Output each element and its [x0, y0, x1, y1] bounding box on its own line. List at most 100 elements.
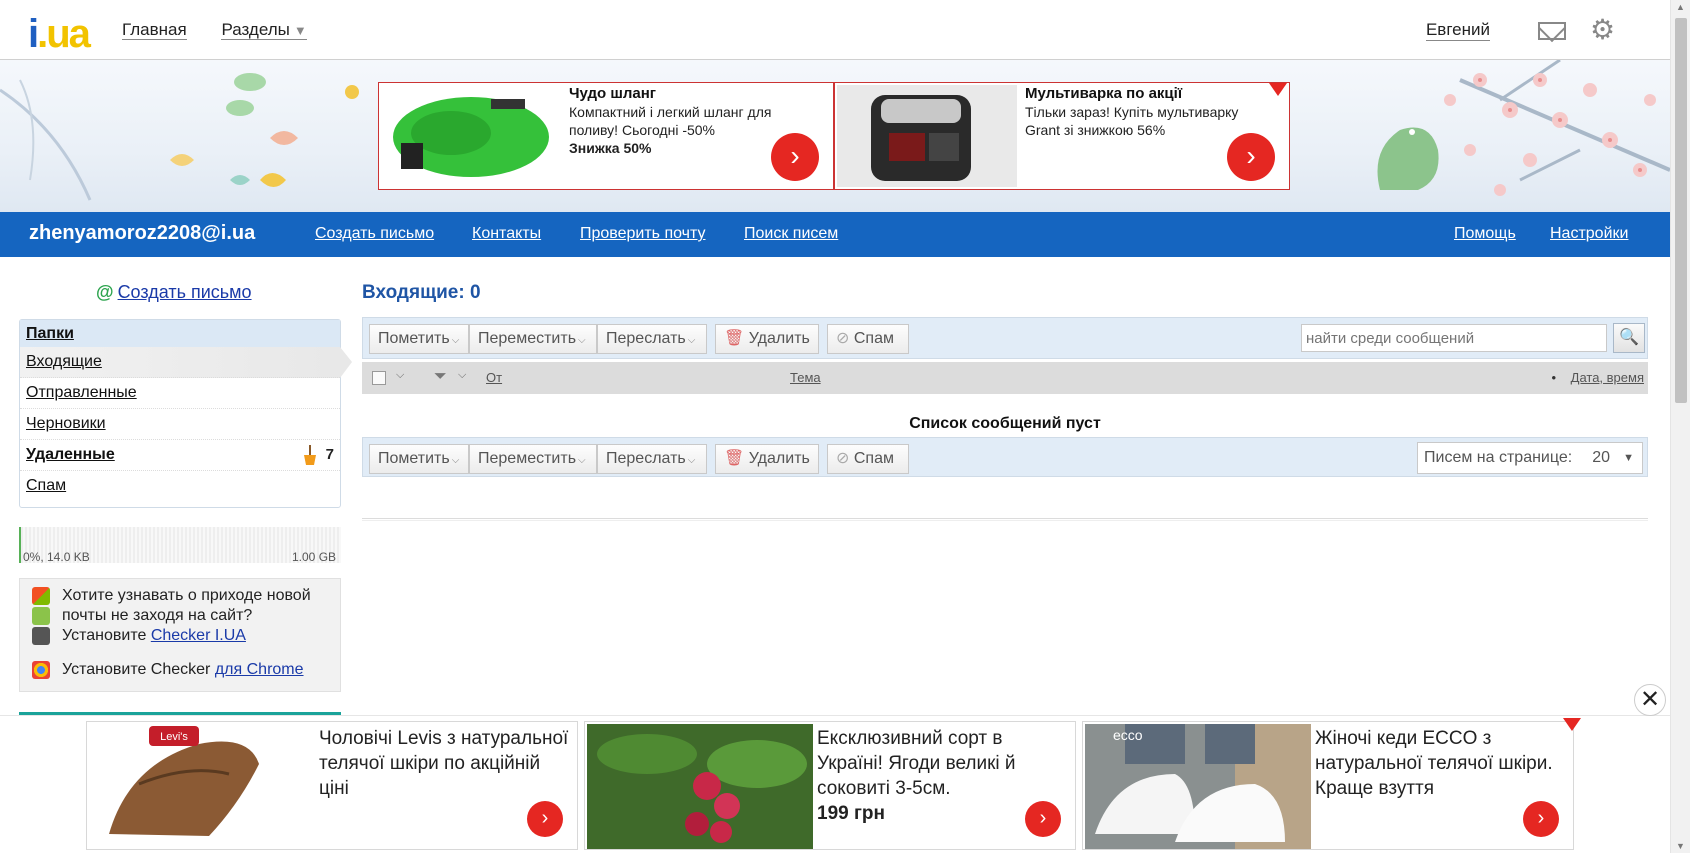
nav-settings[interactable]: Настройки — [1550, 225, 1628, 243]
folder-label[interactable]: Отправленные — [26, 384, 137, 401]
sidebar-item-deleted[interactable]: Удаленные 7 — [20, 440, 340, 471]
folder-label[interactable]: Удаленные — [26, 446, 115, 463]
sort-dot-icon: • — [1551, 370, 1556, 385]
ad-title: Мультиварка по акції — [1025, 85, 1183, 102]
nav-sections-link[interactable]: Разделы ▼ — [221, 20, 307, 40]
move-label: Переместить — [478, 450, 577, 467]
account-email: zhenyamoroz2208@i.ua — [29, 222, 256, 244]
mark-button[interactable]: Пометить ⌵ — [369, 444, 469, 474]
banner-ad-hose[interactable]: Чудо шланг Компактний і легкий шланг для… — [378, 82, 834, 190]
column-from[interactable]: От — [486, 370, 502, 385]
broom-icon[interactable] — [302, 445, 318, 465]
gear-icon[interactable]: ⚙ — [1590, 16, 1618, 44]
nav-create-letter[interactable]: Создать письмо — [315, 225, 434, 243]
sidebar-item-sent[interactable]: Отправленные — [20, 378, 340, 409]
bottom-ad-shoes[interactable]: Levi's Чоловічі Levis з натуральної теля… — [86, 721, 578, 850]
forward-button[interactable]: Переслать ⌵ — [597, 444, 707, 474]
page-title: Входящие: 0 — [362, 282, 481, 303]
search-icon[interactable]: 🔍 — [1613, 323, 1645, 353]
ad-body: Чоловічі Levis з натуральної телячої шкі… — [319, 728, 569, 799]
scrollbar-thumb[interactable] — [1675, 18, 1687, 403]
sneakers-image: ecco — [1085, 724, 1311, 849]
spam-button[interactable]: ⊘ Спам — [827, 324, 909, 354]
empty-list-message: Список сообщений пуст — [909, 415, 1101, 432]
arrow-right-icon[interactable]: › — [527, 801, 563, 837]
folder-label[interactable]: Черновики — [26, 415, 106, 432]
scroll-down-icon[interactable]: ▼ — [1676, 841, 1685, 851]
checker-chrome-label: Установите Checker — [62, 661, 215, 678]
mail-nav-bar: zhenyamoroz2208@i.ua Создать письмо Конт… — [0, 212, 1670, 257]
move-button[interactable]: Переместить ⌵ — [469, 324, 597, 354]
nav-search-letters[interactable]: Поиск писем — [744, 225, 838, 243]
scroll-up-icon[interactable]: ▲ — [1676, 2, 1685, 12]
chrome-icon — [32, 661, 50, 679]
vertical-scrollbar[interactable]: ▲ ▼ — [1670, 0, 1690, 853]
delete-label: Удалить — [748, 330, 810, 347]
message-list-header: ⌵ ⏷ ⌵ От Тема • Дата, время — [362, 362, 1648, 394]
sidebar-create-letter-link[interactable]: Создать письмо — [118, 282, 252, 302]
iua-logo[interactable]: i.ua — [24, 8, 94, 56]
delete-button[interactable]: 🗑 Удалить — [715, 324, 819, 354]
ad-body: Тільки зараз! Купіть мультиварку Grant з… — [1025, 104, 1239, 138]
apple-icon — [32, 627, 50, 645]
quota-total: 1.00 GB — [292, 550, 337, 564]
bottom-ad-strip: Levi's Чоловічі Levis з натуральної теля… — [0, 715, 1670, 853]
spam-button[interactable]: ⊘ Спам — [827, 444, 909, 474]
trash-icon: 🗑 — [724, 450, 745, 467]
checker-text: Хотите узнавать о приходе новой почты не… — [62, 587, 311, 624]
ad-marker-icon[interactable] — [1563, 718, 1581, 731]
ad-text: Чоловічі Levis з натуральної телячої шкі… — [319, 726, 569, 801]
select-all-checkbox[interactable] — [372, 371, 386, 385]
forward-button[interactable]: Переслать ⌵ — [597, 324, 707, 354]
chevron-down-icon: ⌵ — [687, 335, 696, 346]
delete-label: Удалить — [748, 450, 810, 467]
folder-label[interactable]: Входящие — [26, 353, 102, 370]
chevron-down-icon: ⌵ — [687, 455, 696, 466]
nav-home-link[interactable]: Главная — [122, 20, 187, 40]
ad-body: Жіночі кеди ECCO з натуральної телячої ш… — [1315, 728, 1553, 799]
search-input[interactable] — [1301, 324, 1607, 352]
delete-button[interactable]: 🗑 Удалить — [715, 444, 819, 474]
per-page-select[interactable]: Писем на странице: 20 ▼ — [1417, 442, 1643, 474]
column-subject[interactable]: Тема — [790, 370, 821, 385]
chevron-down-icon[interactable]: ⌵ — [458, 369, 466, 382]
sidebar-item-drafts[interactable]: Черновики — [20, 409, 340, 440]
mark-label: Пометить — [378, 450, 450, 467]
chevron-down-icon[interactable]: ⌵ — [396, 369, 404, 382]
move-button[interactable]: Переместить ⌵ — [469, 444, 597, 474]
move-label: Переместить — [478, 330, 577, 347]
folder-label[interactable]: Спам — [26, 477, 66, 494]
filter-icon[interactable]: ⏷ — [434, 368, 447, 386]
android-icon — [32, 607, 50, 625]
nav-check-mail[interactable]: Проверить почту — [580, 225, 706, 243]
sidebar-item-inbox[interactable]: Входящие — [20, 347, 352, 378]
ad-body: Ексклюзивний сорт в Україні! Ягоди велик… — [817, 728, 1016, 799]
close-icon[interactable]: ✕ — [1634, 684, 1666, 716]
mark-button[interactable]: Пометить ⌵ — [369, 324, 469, 354]
nav-contacts[interactable]: Контакты — [472, 225, 541, 243]
folders-header-link[interactable]: Папки — [26, 325, 74, 342]
checker-link[interactable]: Checker I.UA — [151, 627, 246, 644]
arrow-right-icon[interactable]: › — [1227, 133, 1275, 181]
sidebar-item-spam[interactable]: Спам — [20, 471, 340, 502]
bottom-ad-berries[interactable]: Ексклюзивний сорт в Україні! Ягоди велик… — [584, 721, 1076, 850]
checker-chrome-link[interactable]: для Chrome — [215, 661, 304, 678]
nav-help[interactable]: Помощь — [1454, 225, 1516, 243]
quota-used: 0%, 14.0 KB — [23, 550, 90, 564]
at-sign-icon: @ — [96, 282, 114, 302]
windows-icon — [32, 587, 50, 605]
forward-label: Переслать — [606, 450, 686, 467]
chevron-down-icon: ⌵ — [451, 455, 460, 466]
header-banner: Чудо шланг Компактний і легкий шланг для… — [0, 60, 1670, 212]
user-name-link[interactable]: Евгений — [1425, 20, 1490, 41]
arrow-right-icon[interactable]: › — [1523, 801, 1559, 837]
bottom-ad-ecco[interactable]: ecco Жіночі кеди ECCO з натуральної теля… — [1082, 721, 1574, 850]
envelope-icon[interactable] — [1538, 22, 1566, 40]
arrow-right-icon[interactable]: › — [771, 133, 819, 181]
column-date[interactable]: Дата, время — [1571, 370, 1644, 385]
ad-marker-icon[interactable] — [1269, 83, 1287, 96]
shoe-image: Levi's — [89, 724, 315, 849]
toolbar-top: Пометить ⌵ Переместить ⌵ Переслать ⌵ 🗑 Удал… — [362, 317, 1648, 359]
banner-ad-multicooker[interactable]: Мультиварка по акції Тільки зараз! Купіт… — [834, 82, 1290, 190]
arrow-right-icon[interactable]: › — [1025, 801, 1061, 837]
